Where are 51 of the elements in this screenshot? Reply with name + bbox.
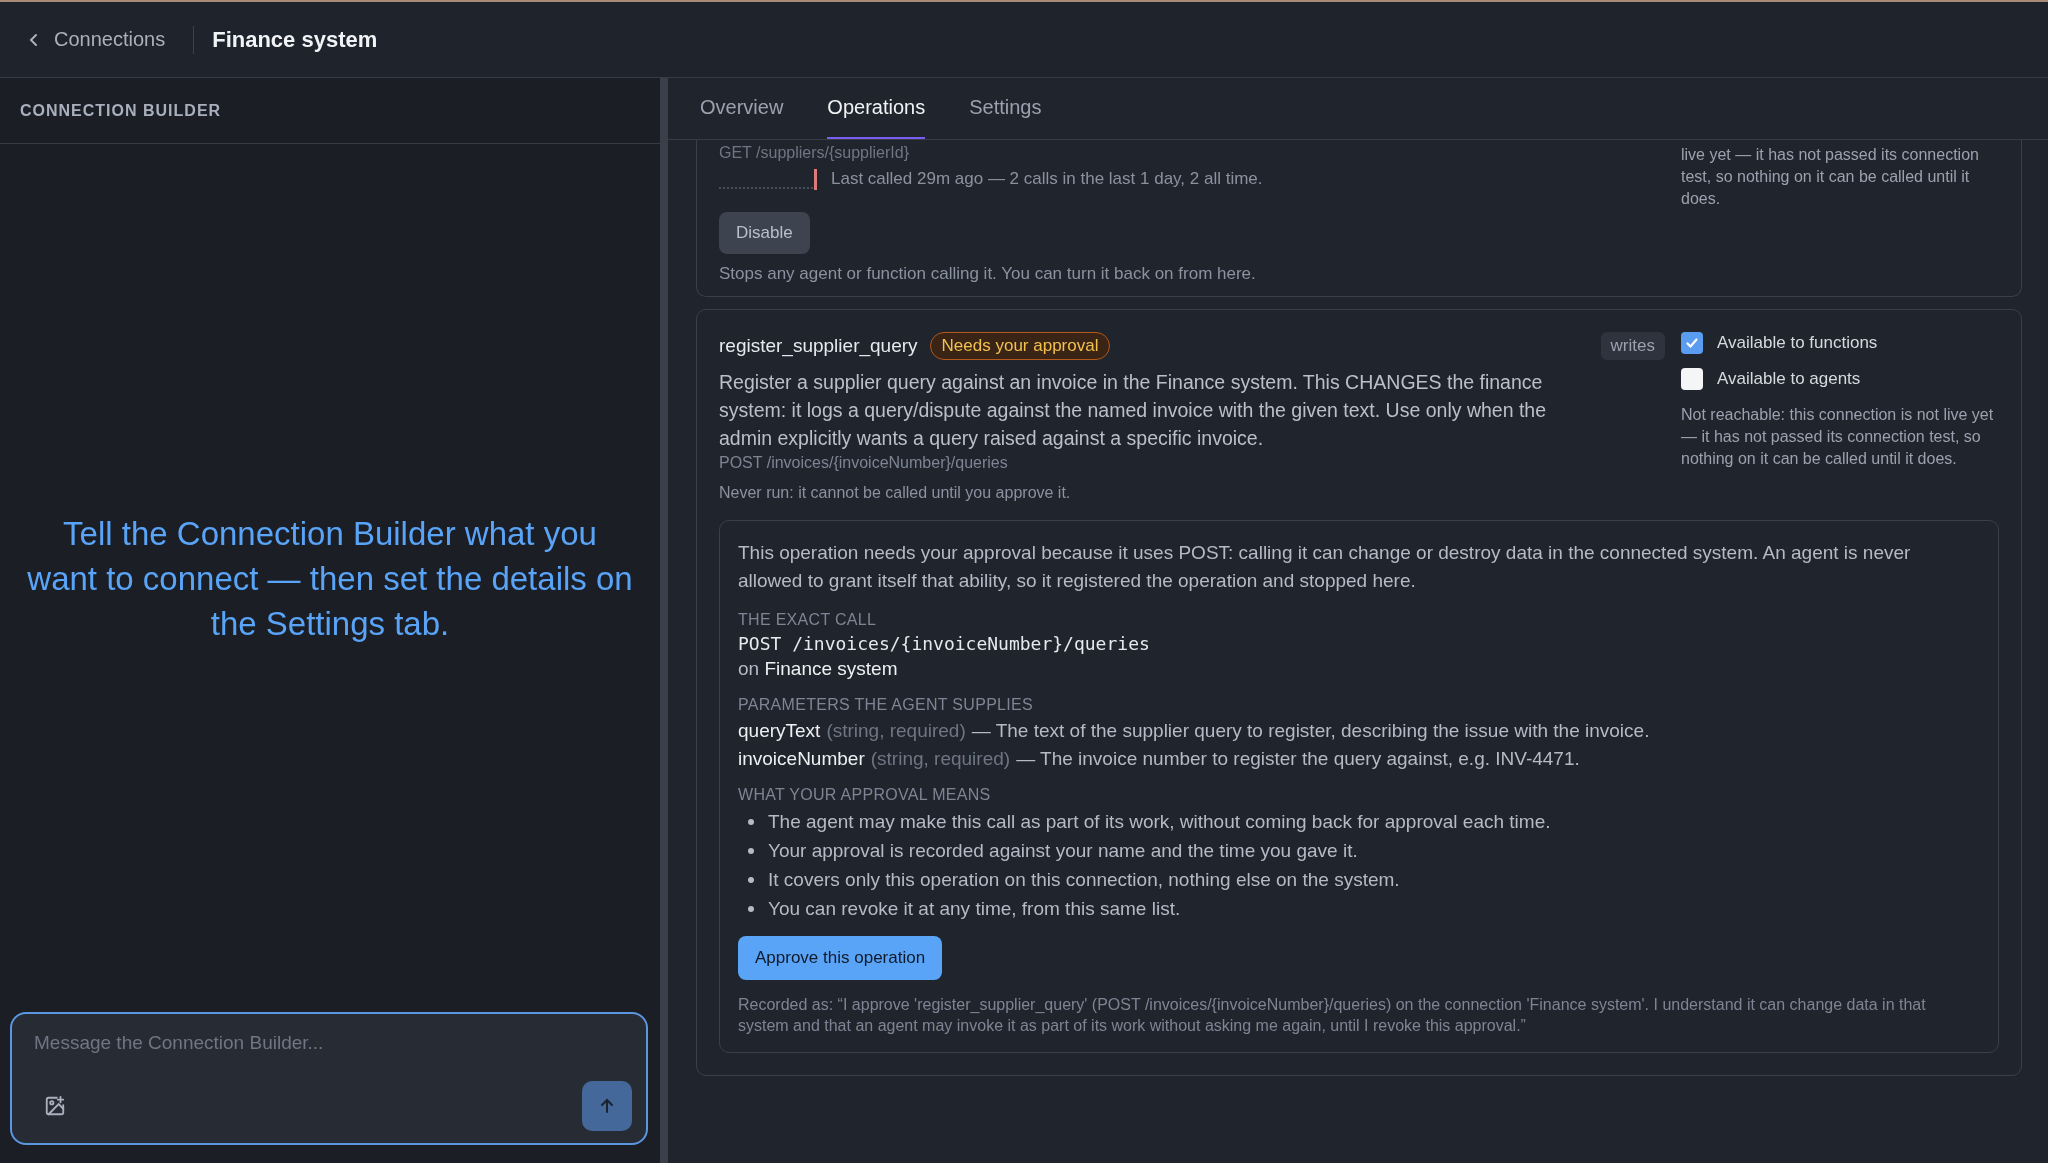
bullet-text: It covers only this operation on this connection, nothing else on the system. bbox=[768, 869, 1400, 891]
param-description: — The invoice number to register the query against, e.g. INV-4471. bbox=[1016, 748, 1580, 769]
section-heading: WHAT YOUR APPROVAL MEANS bbox=[738, 786, 992, 804]
approve-button[interactable]: Approve this operation bbox=[738, 936, 943, 980]
access-tag: writes bbox=[1600, 332, 1665, 360]
bullet-text: You can revoke it at any time, from this same list. bbox=[768, 898, 1181, 920]
disable-button[interactable]: Disable bbox=[719, 212, 810, 254]
usage-summary: Last called 29m ago — 2 calls in the last 1 day, 2 all time. bbox=[831, 169, 1263, 189]
operation-description: Register a supplier query against an invoice in the Finance system. This CHANGES the finance system: it logs a query/dispute against the named invoice with the given text. Use only when the admin explicitly wants a query raised against a specific invoice. bbox=[719, 370, 1548, 451]
status-note: Not reachable: this connection is not live yet — it has not passed its connection test, so nothing on it can be called until it does. bbox=[1681, 405, 1995, 469]
recorded-statement: Recorded as: “I approve 'register_supplier_query' (POST /invoices/{invoiceNumber}/queries) on the connection 'Finance system'. I understand it can change data in that system and that an agent may invoke it as part of its work without asking me again, until I revoke this approval.” bbox=[738, 995, 1927, 1036]
bullet-text: The agent may make this call as part of its work, without coming back for approval each time. bbox=[768, 811, 1551, 833]
approval-badge: Needs your approval bbox=[929, 332, 1111, 360]
bullet-icon bbox=[748, 848, 754, 854]
checkbox-label: Available to functions bbox=[1717, 333, 1878, 353]
status-note: live yet — it has not passed its connection test, so nothing on it can be called until it does. bbox=[1681, 145, 1980, 209]
call-signature: POST /invoices/{invoiceNumber}/queries bbox=[738, 633, 1151, 654]
operation-name: register_supplier_query bbox=[719, 335, 918, 357]
bullet-icon bbox=[748, 906, 754, 912]
section-heading: PARAMETERS THE AGENT SUPPLIES bbox=[738, 696, 1034, 714]
param-name: queryText bbox=[738, 720, 821, 741]
checkbox-label: Available to agents bbox=[1717, 369, 1861, 389]
panel-heading: CONNECTION BUILDER bbox=[20, 101, 222, 120]
param-type: (string, required) bbox=[826, 720, 966, 741]
chevron-left-icon bbox=[28, 31, 40, 48]
endpoint-path: GET /suppliers/{supplierId} bbox=[719, 144, 911, 162]
bullet-icon bbox=[748, 877, 754, 883]
checkbox[interactable] bbox=[1681, 332, 1703, 354]
section-heading: THE EXACT CALL bbox=[738, 611, 878, 629]
system-name: Finance system bbox=[764, 658, 898, 679]
checkmark-icon bbox=[1684, 335, 1700, 351]
param-name: invoiceNumber bbox=[738, 748, 865, 769]
endpoint-path: POST /invoices/{invoiceNumber}/queries bbox=[719, 454, 1009, 472]
param-type: (string, required) bbox=[870, 748, 1011, 769]
send-button[interactable] bbox=[582, 1081, 632, 1131]
tab[interactable]: Overview bbox=[700, 78, 784, 139]
helper-text: Stops any agent or function calling it. You can turn it back on from here. bbox=[719, 264, 1257, 284]
approval-explanation: This operation needs your approval because it uses POST: calling it can change or destroy data in the connected system. An agent is never allowed to grant itself that ability, so it registered the operation and stopped here. bbox=[738, 541, 1912, 593]
tab[interactable]: Operations bbox=[827, 78, 926, 139]
bullet-text: Your approval is recorded against your name and the time you gave it. bbox=[768, 840, 1358, 862]
message-input[interactable]: Message the Connection Builder... bbox=[34, 1032, 632, 1054]
empty-state-message: Tell the Connection Builder what you want to connect — then set the details on the Settings tab. bbox=[26, 513, 634, 644]
bullet-icon bbox=[748, 819, 754, 825]
run-status: Never run: it cannot be called until you approve it. bbox=[719, 484, 1072, 502]
add-image-icon[interactable] bbox=[44, 1095, 66, 1117]
tab[interactable]: Settings bbox=[969, 78, 1042, 139]
back-link[interactable]: Connections bbox=[28, 28, 166, 51]
param-description: — The text of the supplier query to register, describing the issue with the invoice. bbox=[971, 720, 1650, 741]
checkbox[interactable] bbox=[1681, 368, 1703, 390]
on-label: on bbox=[738, 658, 760, 679]
page-title: Finance system bbox=[212, 26, 378, 53]
